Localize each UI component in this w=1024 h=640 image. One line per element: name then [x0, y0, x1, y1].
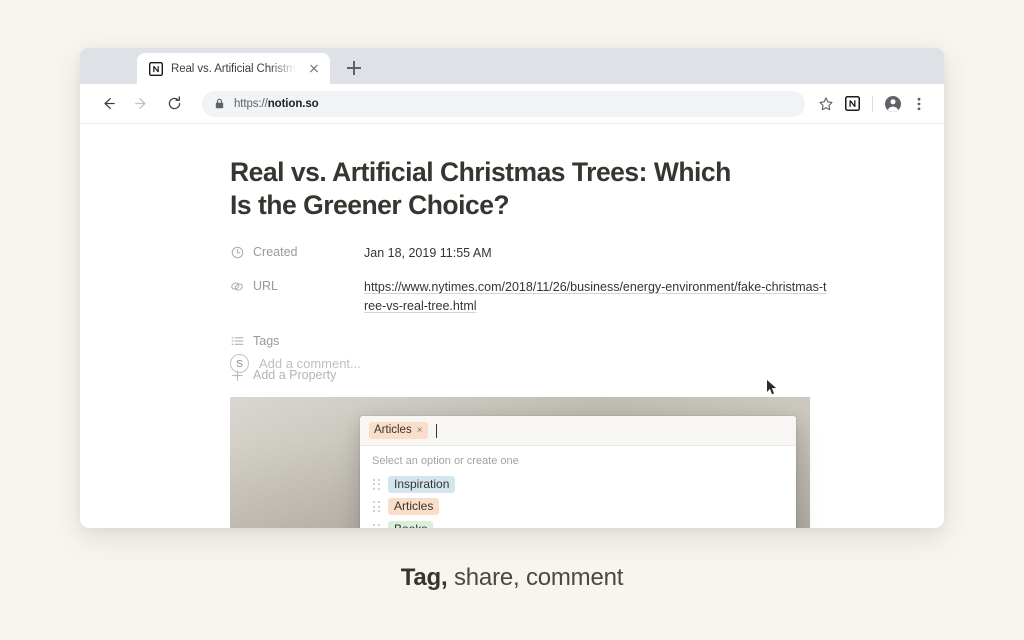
- property-label-url[interactable]: URL: [230, 278, 364, 293]
- url-scheme: https://: [234, 98, 268, 110]
- property-name-tags: Tags: [253, 334, 279, 348]
- property-row-created: Created Jan 18, 2019 11:55 AM: [230, 244, 830, 265]
- selected-tag-chip[interactable]: Articles ×: [369, 422, 428, 439]
- add-comment-row[interactable]: S Add a comment...: [230, 354, 361, 373]
- browser-toolbar: https://notion.so: [80, 84, 944, 124]
- selected-tag-label: Articles: [374, 422, 412, 439]
- profile-avatar-icon[interactable]: [880, 91, 906, 117]
- tag-options-list: Select an option or create one Inspirati…: [360, 446, 796, 528]
- list-icon: [230, 334, 244, 348]
- property-value-created[interactable]: Jan 18, 2019 11:55 AM: [364, 244, 830, 263]
- forward-button[interactable]: [127, 90, 155, 118]
- tag-option-books[interactable]: Books: [360, 518, 796, 528]
- reload-button[interactable]: [160, 90, 188, 118]
- browser-tab-strip: Real vs. Artificial Christmas Tre: [80, 48, 944, 84]
- page-viewport: Real vs. Artificial Christmas Trees: Whi…: [80, 124, 944, 528]
- property-name-url: URL: [253, 279, 278, 293]
- add-comment-placeholder: Add a comment...: [259, 356, 361, 371]
- browser-tab[interactable]: Real vs. Artificial Christmas Tre: [137, 53, 330, 84]
- property-row-url: URL https://www.nytimes.com/2018/11/26/b…: [230, 278, 830, 316]
- tag-option-label: Inspiration: [388, 476, 455, 493]
- notion-logo-icon: [148, 61, 163, 76]
- toolbar-divider: [872, 96, 873, 112]
- drag-handle-icon[interactable]: [372, 501, 381, 513]
- link-icon: [230, 279, 244, 293]
- three-dots-menu-icon[interactable]: [906, 91, 932, 117]
- tag-option-articles[interactable]: Articles: [360, 496, 796, 519]
- remove-tag-icon[interactable]: ×: [416, 426, 423, 436]
- lock-icon: [214, 98, 225, 109]
- tag-select-dropdown: Articles × Select an option or create on…: [360, 416, 796, 528]
- drag-handle-icon[interactable]: [372, 478, 381, 490]
- tag-option-label: Books: [388, 521, 433, 528]
- tag-option-label: Articles: [388, 498, 439, 515]
- avatar: S: [230, 354, 249, 373]
- property-row-tags: Tags: [230, 333, 830, 354]
- star-icon[interactable]: [813, 91, 839, 117]
- page-properties: Created Jan 18, 2019 11:55 AM URL https:…: [230, 244, 830, 401]
- clock-icon: [230, 245, 244, 259]
- page-title: Real vs. Artificial Christmas Trees: Whi…: [230, 156, 750, 222]
- property-name-created: Created: [253, 245, 297, 259]
- address-bar[interactable]: https://notion.so: [202, 91, 805, 117]
- url-host: notion.so: [268, 98, 319, 110]
- tag-dropdown-hint: Select an option or create one: [360, 454, 796, 473]
- back-button[interactable]: [94, 90, 122, 118]
- property-value-url[interactable]: https://www.nytimes.com/2018/11/26/busin…: [364, 278, 830, 316]
- browser-tab-title: Real vs. Artificial Christmas Tre: [171, 63, 298, 75]
- address-bar-url: https://notion.so: [234, 98, 319, 110]
- tab-close-icon[interactable]: [306, 61, 322, 77]
- browser-window: Real vs. Artificial Christmas Tre: [80, 48, 944, 528]
- caption-bold: Tag,: [401, 564, 448, 591]
- notion-extension-icon[interactable]: [839, 91, 865, 117]
- caption: Tag, share, comment: [0, 564, 1024, 592]
- tag-input[interactable]: Articles ×: [360, 416, 796, 446]
- tag-option-inspiration[interactable]: Inspiration: [360, 473, 796, 496]
- new-tab-button[interactable]: [340, 54, 368, 82]
- text-caret: [436, 424, 437, 438]
- property-label-created[interactable]: Created: [230, 244, 364, 259]
- drag-handle-icon[interactable]: [372, 523, 381, 528]
- caption-rest: share, comment: [448, 564, 624, 591]
- property-label-tags[interactable]: Tags: [230, 333, 364, 348]
